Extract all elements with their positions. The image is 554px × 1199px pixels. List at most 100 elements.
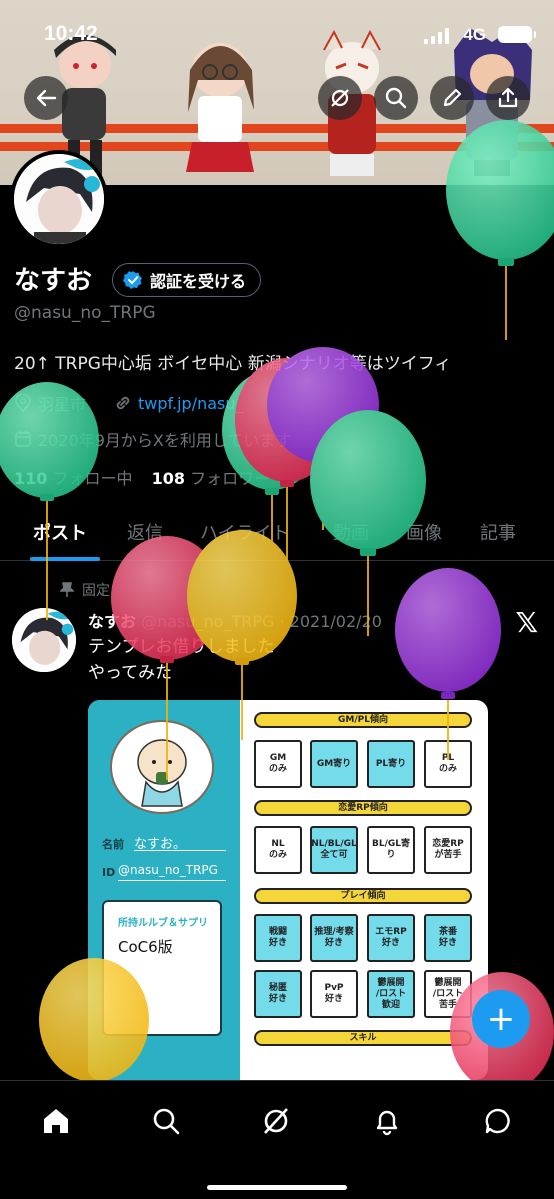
sheet-cell: 茶番 好き <box>424 914 472 962</box>
following-count: 110 <box>14 469 48 488</box>
followers-link[interactable]: 108 フォロワー <box>152 469 271 488</box>
sheet-section-play: プレイ傾向 <box>254 888 472 904</box>
sheet-cell: 推理/考察 好き <box>310 914 358 962</box>
sheet-cell: PvP 好き <box>310 970 358 1018</box>
search-button[interactable] <box>374 76 418 120</box>
edit-icon <box>443 88 462 107</box>
sheet-cell: GM寄り <box>310 740 358 788</box>
sheet-section-skill: スキル <box>254 1030 472 1046</box>
grok-icon <box>264 1108 288 1134</box>
compose-button[interactable]: + <box>472 990 530 1048</box>
grok-button[interactable] <box>318 76 362 120</box>
cellular-signal-icon <box>424 28 449 44</box>
nav-grok[interactable] <box>256 1101 296 1141</box>
sheet-cell: GM のみ <box>254 740 302 788</box>
home-indicator <box>207 1185 347 1190</box>
notifications-icon <box>376 1110 398 1136</box>
tweet-handle-date: @nasu_no_TRPG · 2021/02/20 <box>141 612 382 631</box>
tweet-line: やってみた <box>88 663 173 683</box>
tab-highlights[interactable]: ハイライト <box>200 519 290 545</box>
tab-replies[interactable]: 返信 <box>127 519 163 545</box>
search-icon <box>385 87 407 109</box>
sheet-id-value: @nasu_no_TRPG <box>118 863 218 877</box>
profile-bio: 20↑ TRPG中心垢 ボイセ中心 新潟シナリオ等はツイフィ <box>14 354 452 374</box>
nav-messages[interactable] <box>478 1101 518 1141</box>
sheet-name-label: 名前 <box>102 838 124 851</box>
profile-joined: 2020年9月からXを利用しています <box>38 431 292 450</box>
battery-icon <box>498 26 536 43</box>
active-tab-indicator <box>30 557 100 561</box>
profile-location: 羽星市 <box>38 395 87 414</box>
sheet-cell: 恋愛RP が苦手 <box>424 826 472 874</box>
pin-icon <box>60 582 74 597</box>
edit-button[interactable] <box>430 76 474 120</box>
tweet-line: テンプレお借りしました <box>88 637 275 657</box>
tweet-avatar[interactable] <box>12 608 76 672</box>
sheet-divider <box>134 850 226 851</box>
sheet-rules-card: 所持ルルブ＆サプリ CoC6版 <box>102 900 222 1036</box>
get-verified-label: 認証を受ける <box>150 272 247 291</box>
grok-icon <box>331 89 349 107</box>
rules-title: 所持ルルブ＆サプリ <box>118 918 208 929</box>
home-icon <box>44 1109 68 1133</box>
sheet-cell: PL寄り <box>367 740 415 788</box>
follow-stats: 110 フォロー中 108 フォロワー <box>14 465 270 489</box>
baby-illustration <box>137 739 187 807</box>
location-icon <box>15 394 31 412</box>
tweet-text: テンプレお借りしました やってみた <box>88 634 275 686</box>
sheet-cell: 秘匿 好き <box>254 970 302 1018</box>
nav-search[interactable] <box>146 1101 186 1141</box>
avatar-image <box>14 154 104 244</box>
sheet-id-label: ID <box>102 866 116 879</box>
pinned-label: 固定 <box>82 583 110 599</box>
back-button[interactable] <box>24 76 68 120</box>
search-icon <box>153 1108 180 1135</box>
verified-badge-icon <box>123 271 142 289</box>
bottom-nav <box>0 1080 554 1199</box>
sheet-section-love: 恋愛RP傾向 <box>254 800 472 816</box>
pinned-indicator: 固定 <box>60 580 110 600</box>
tweet-author-name[interactable]: なすお <box>88 612 136 631</box>
profile-tabs: ポスト 返信 ハイライト 動画 画像 記事 <box>0 505 554 561</box>
profile-avatar[interactable] <box>10 150 108 248</box>
get-verified-button[interactable]: 認証を受ける <box>112 263 262 297</box>
sheet-divider <box>118 880 226 881</box>
profile-name: なすお <box>14 266 93 296</box>
profile-meta-row: 羽星市 twpf.jp/nasu_ <box>14 391 244 415</box>
share-button[interactable] <box>486 76 530 120</box>
profile-joined-row: 2020年9月からXを利用しています <box>14 427 291 451</box>
tab-articles[interactable]: 記事 <box>480 519 516 545</box>
nav-notifications[interactable] <box>367 1101 407 1141</box>
sheet-cell: エモRP 好き <box>367 914 415 962</box>
sheet-cell: 鬱展開/ロスト 苦手 <box>424 970 472 1018</box>
sheet-left-panel: 名前 なすお。 ID @nasu_no_TRPG 所持ルルブ＆サプリ CoC6版 <box>88 700 240 1080</box>
back-arrow-icon <box>36 89 57 107</box>
avatar-image <box>12 608 76 672</box>
sheet-cell: 戦闘 好き <box>254 914 302 962</box>
profile-link[interactable]: twpf.jp/nasu_ <box>138 394 243 413</box>
followers-label: フォロワー <box>190 469 271 488</box>
messages-icon <box>485 1108 510 1134</box>
sheet-cell: PL のみ <box>424 740 472 788</box>
tab-posts[interactable]: ポスト <box>33 519 87 545</box>
status-bar: 10:42 4G <box>0 0 554 70</box>
share-icon <box>498 87 518 108</box>
network-type: 4G <box>463 25 486 44</box>
profile-handle: @nasu_no_TRPG <box>14 303 156 323</box>
sheet-portrait <box>110 720 214 814</box>
following-label: フォロー中 <box>52 469 133 488</box>
status-time: 10:42 <box>44 22 98 45</box>
sheet-cell: BL/GL寄り <box>367 826 415 874</box>
sheet-cell: NL/BL/GL 全て可 <box>310 826 358 874</box>
tweet-image[interactable]: 名前 なすお。 ID @nasu_no_TRPG 所持ルルブ＆サプリ CoC6版… <box>88 700 488 1080</box>
sheet-section-gm: GM/PL傾向 <box>254 712 472 728</box>
link-icon <box>116 396 130 410</box>
rules-value: CoC6版 <box>118 938 173 956</box>
following-link[interactable]: 110 フォロー中 <box>14 469 133 488</box>
tab-videos[interactable]: 動画 <box>333 519 369 545</box>
tab-images[interactable]: 画像 <box>406 519 442 545</box>
nav-home[interactable] <box>36 1101 76 1141</box>
calendar-icon <box>15 431 31 447</box>
sheet-cell: 鬱展開/ロスト 歓迎 <box>367 970 415 1018</box>
tweet-header: なすお @nasu_no_TRPG · 2021/02/20 <box>88 608 382 632</box>
